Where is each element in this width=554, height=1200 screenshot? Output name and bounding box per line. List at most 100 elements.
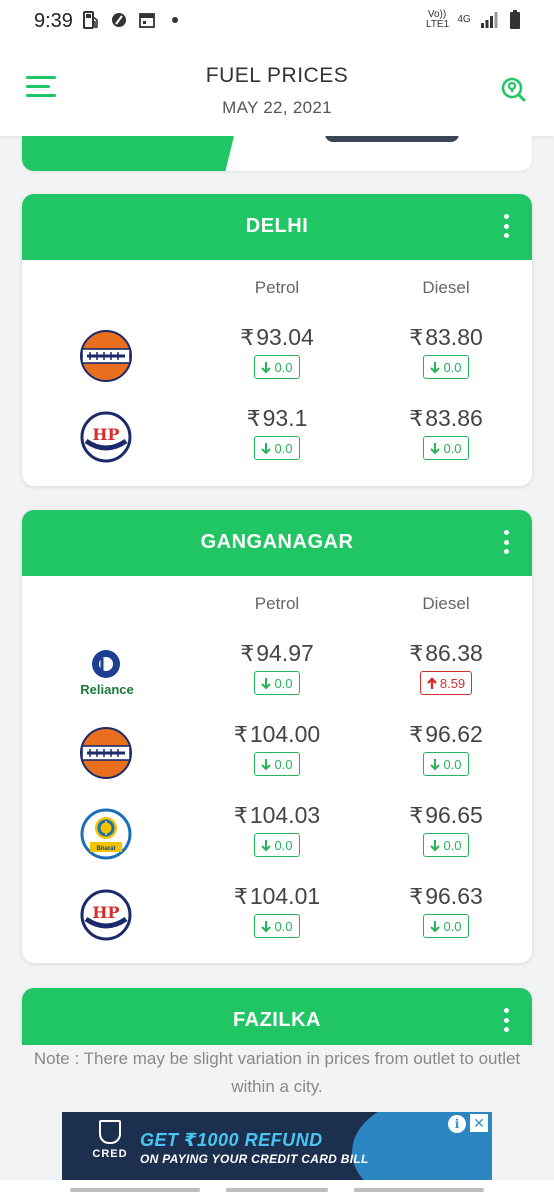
petrol-price-cell: ₹104.01 0.0 — [197, 883, 357, 938]
city-card-header: GANGANAGAR — [22, 510, 532, 576]
petrol-price: ₹104.03 — [233, 802, 321, 828]
diesel-price-cell: ₹86.38 8.59 — [366, 640, 526, 695]
diesel-price-cell: ₹96.62 0.0 — [366, 721, 526, 776]
petrol-price: ₹93.04 — [240, 324, 314, 350]
volte-indicator: Vo)) LTE1 — [426, 9, 450, 30]
ad-subline: ON PAYING YOUR CREDIT CARD BILL — [140, 1152, 369, 1166]
diesel-price: ₹96.62 — [409, 721, 483, 747]
price-change-badge: 0.0 — [254, 355, 300, 379]
city-card-ganganagar: GANGANAGAR Petrol Diesel Reliance ₹94.97… — [22, 510, 532, 963]
petrol-price-cell: ₹93.04 0.0 — [197, 324, 357, 379]
petrol-price: ₹104.00 — [233, 721, 321, 747]
diesel-price: ₹86.38 — [409, 640, 483, 666]
partial-card-accent — [22, 136, 234, 171]
ad-banner[interactable]: CRED GET ₹1000 REFUND ON PAYING YOUR CRE… — [62, 1112, 492, 1180]
petrol-column-header: Petrol — [254, 594, 300, 613]
price-change-badge: 0.0 — [423, 833, 469, 857]
price-change-badge: 0.0 — [423, 752, 469, 776]
arrow-down-icon — [430, 920, 441, 932]
arrow-up-icon — [426, 676, 437, 689]
indian-oil-logo-icon — [80, 330, 132, 382]
bharat-petroleum-logo-icon: Bharat — [80, 808, 132, 860]
petrol-price-cell: ₹93.1 0.0 — [197, 405, 357, 460]
diesel-column-header: Diesel — [422, 278, 470, 297]
ad-info-icon[interactable]: i — [448, 1115, 466, 1133]
petrol-price: ₹104.01 — [233, 883, 321, 909]
price-change-badge: 0.0 — [423, 914, 469, 938]
nav-pill-home[interactable] — [226, 1188, 328, 1192]
petrol-price: ₹93.1 — [246, 405, 308, 431]
hp-logo-icon: HP — [80, 411, 132, 463]
petrol-price-cell: ₹94.97 0.0 — [197, 640, 357, 695]
diesel-price: ₹83.80 — [409, 324, 483, 350]
arrow-down-icon — [261, 839, 272, 851]
svg-text:Reliance: Reliance — [80, 682, 133, 697]
more-options-icon[interactable] — [502, 1008, 510, 1032]
price-row[interactable]: HP ₹93.1 0.0 ₹83.86 0.0 — [22, 397, 532, 478]
column-headers: Petrol Diesel — [22, 260, 532, 316]
arrow-down-icon — [430, 442, 441, 454]
city-name: GANGANAGAR — [200, 531, 354, 553]
nav-pill-right[interactable] — [354, 1188, 484, 1192]
price-change-badge: 0.0 — [254, 914, 300, 938]
calendar-icon — [138, 10, 156, 30]
more-options-icon[interactable] — [502, 530, 510, 554]
cred-logo-icon: CRED — [90, 1120, 130, 1160]
city-name: FAZILKA — [233, 1009, 321, 1031]
svg-text:HP: HP — [92, 425, 119, 444]
battery-icon — [506, 10, 524, 30]
arrow-down-icon — [430, 758, 441, 770]
status-time: 9:39 — [34, 10, 73, 32]
reliance-logo-icon: Reliance — [80, 646, 134, 698]
signal-icon — [480, 10, 498, 30]
arrow-down-icon — [430, 839, 441, 851]
diesel-price: ₹96.63 — [409, 883, 483, 909]
network-type: 4G — [457, 14, 471, 25]
partial-card — [22, 136, 532, 171]
arrow-down-icon — [261, 920, 272, 932]
petrol-price-cell: ₹104.03 0.0 — [197, 802, 357, 857]
dot-icon — [166, 10, 184, 30]
diesel-column-header: Diesel — [422, 594, 470, 613]
arrow-down-icon — [261, 361, 272, 373]
arrow-down-icon — [261, 758, 272, 770]
diesel-price-cell: ₹96.63 0.0 — [366, 883, 526, 938]
partial-card-button[interactable] — [325, 136, 459, 142]
location-search-icon[interactable] — [500, 76, 526, 102]
status-bar: 9:39 Vo)) LTE1 4G — [0, 0, 554, 44]
petrol-column-header: Petrol — [254, 278, 300, 297]
hp-logo-icon: HP — [80, 889, 132, 941]
ad-headline: GET ₹1000 REFUND — [140, 1130, 323, 1150]
price-change-badge: 0.0 — [254, 833, 300, 857]
svg-text:Bharat: Bharat — [96, 846, 115, 852]
price-row[interactable]: HP ₹104.01 0.0 ₹96.63 0.0 — [22, 875, 532, 956]
page-date: MAY 22, 2021 — [222, 98, 332, 117]
city-card-header: DELHI — [22, 194, 532, 260]
price-change-badge: 0.0 — [254, 752, 300, 776]
diesel-price-cell: ₹83.80 0.0 — [366, 324, 526, 379]
price-change-badge: 0.0 — [423, 436, 469, 460]
price-variation-note: Note : There may be slight variation in … — [0, 1045, 554, 1107]
city-card-delhi: DELHI Petrol Diesel ₹93.04 0.0 ₹83.80 0.… — [22, 194, 532, 486]
arrow-down-icon — [430, 361, 441, 373]
city-name: DELHI — [245, 215, 309, 237]
diesel-price: ₹96.65 — [409, 802, 483, 828]
gesture-nav-bar — [0, 1180, 554, 1200]
diesel-price-cell: ₹83.86 0.0 — [366, 405, 526, 460]
petrol-price: ₹94.97 — [240, 640, 314, 666]
arrow-down-icon — [261, 677, 272, 689]
nav-pill-left[interactable] — [70, 1188, 200, 1192]
arrow-down-icon — [261, 442, 272, 454]
page-title: FUEL PRICES — [205, 64, 349, 87]
ad-close-icon[interactable]: ✕ — [470, 1114, 488, 1132]
svg-text:HP: HP — [92, 903, 119, 922]
price-row[interactable]: ₹93.04 0.0 ₹83.80 0.0 — [22, 316, 532, 397]
price-row[interactable]: Reliance ₹94.97 0.0 ₹86.38 8.59 — [22, 632, 532, 713]
diesel-price-cell: ₹96.65 0.0 — [366, 802, 526, 857]
more-options-icon[interactable] — [502, 214, 510, 238]
column-headers: Petrol Diesel — [22, 576, 532, 632]
indian-oil-logo-icon — [80, 727, 132, 779]
price-row[interactable]: Bharat ₹104.03 0.0 ₹96.65 0.0 — [22, 794, 532, 875]
diesel-price: ₹83.86 — [409, 405, 483, 431]
price-row[interactable]: ₹104.00 0.0 ₹96.62 0.0 — [22, 713, 532, 794]
